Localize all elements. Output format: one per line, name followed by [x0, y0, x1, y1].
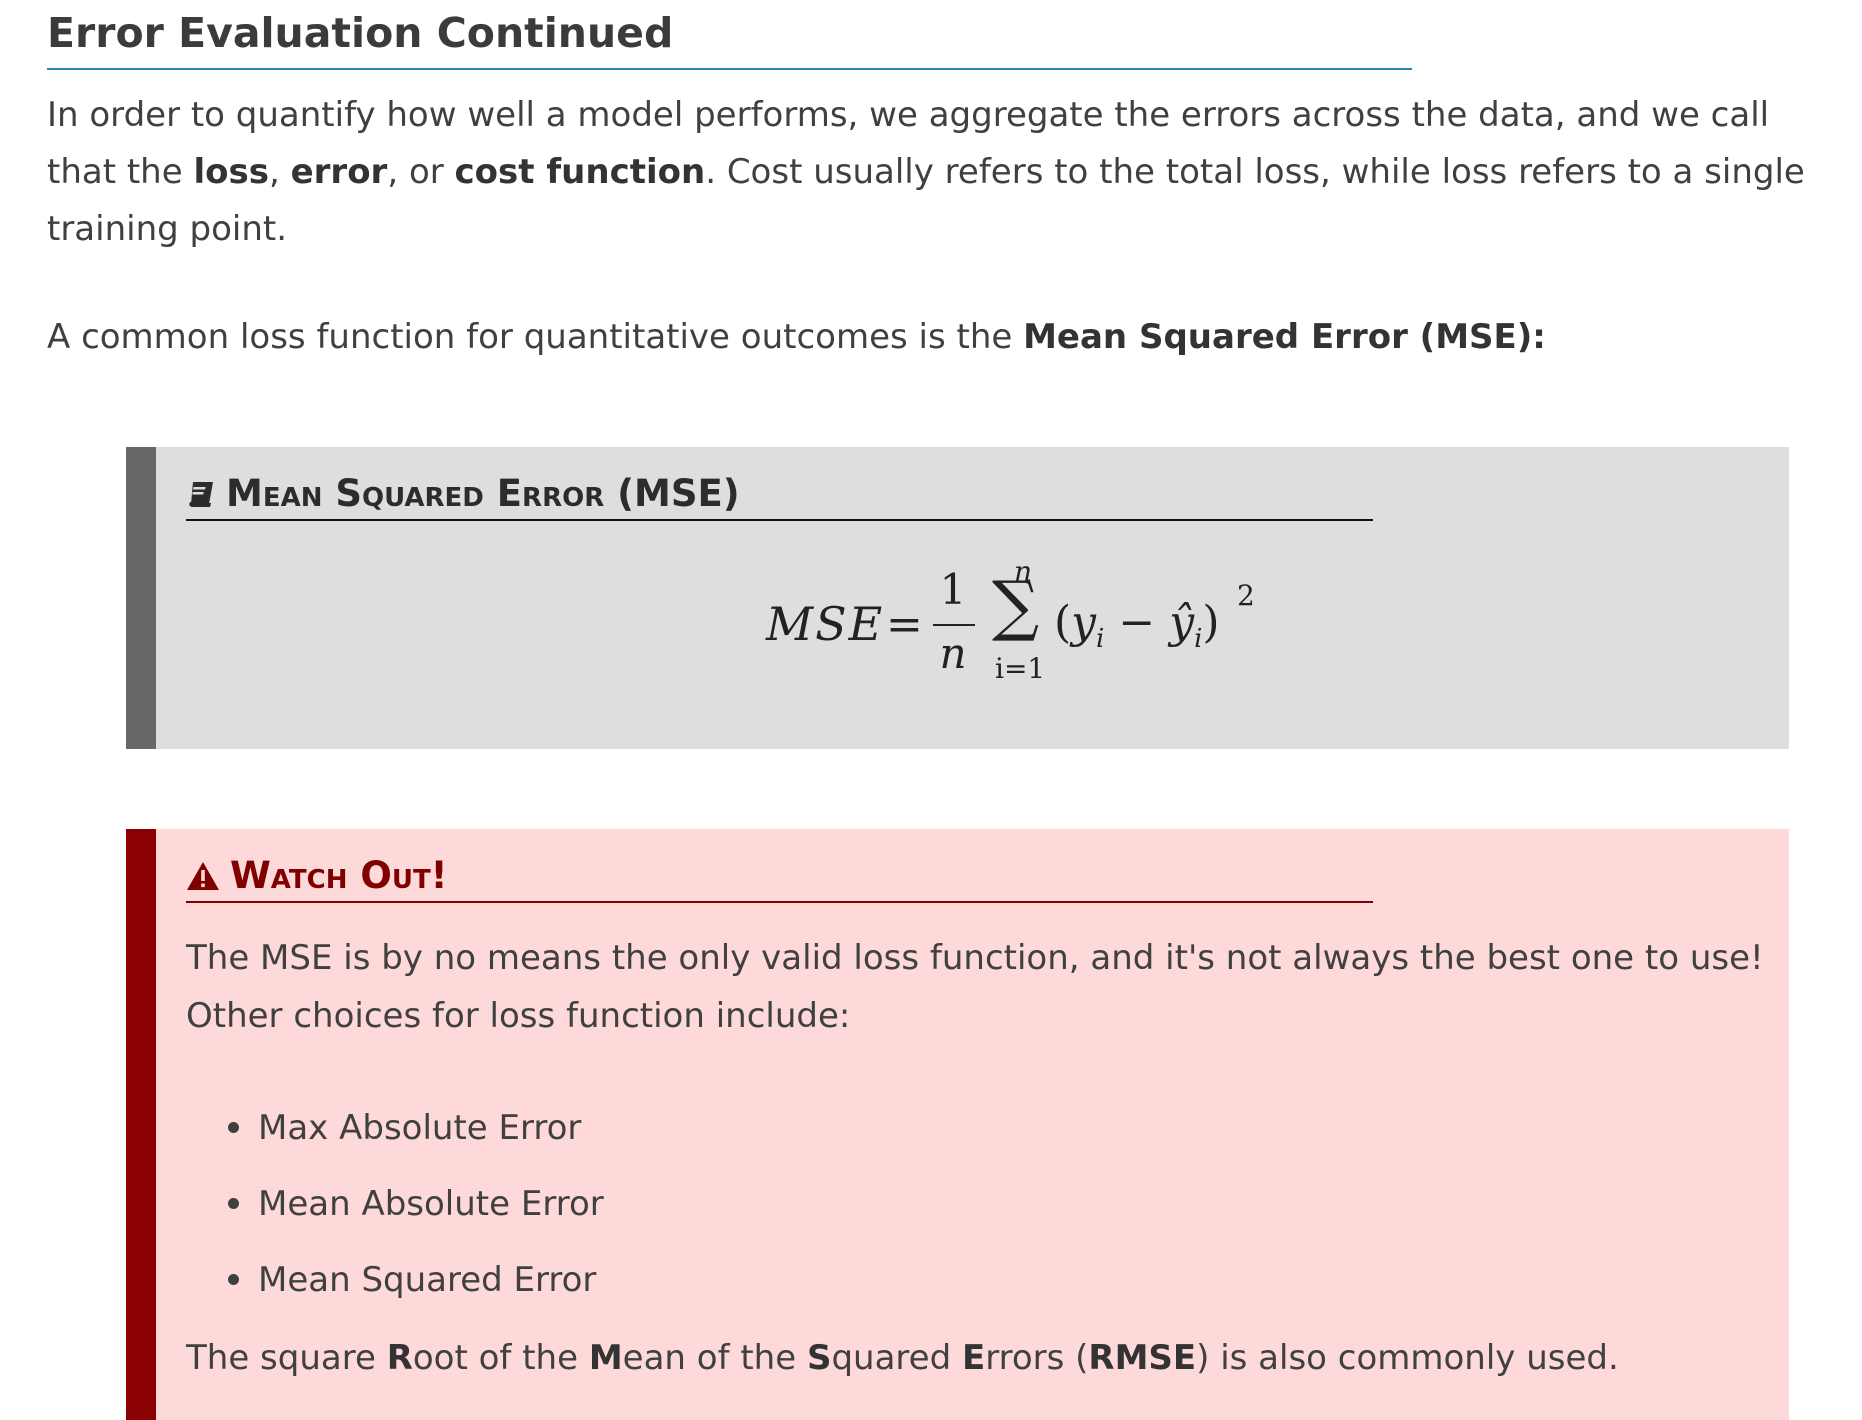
open-paren: (	[1054, 597, 1072, 648]
page-title: Error Evaluation Continued	[47, 9, 674, 57]
formula-exponent: 2	[1237, 579, 1255, 612]
rmse-letter: S	[806, 1338, 832, 1378]
callout-accent-bar	[126, 447, 156, 749]
rmse-text: oot of the	[412, 1338, 589, 1378]
mse-formula: MSE = 1 n n ∑ i=1 (yi − ŷi) 2	[766, 555, 1326, 697]
summation-symbol: ∑	[992, 567, 1040, 644]
minus-sign: −	[1104, 597, 1170, 648]
fraction-bar	[933, 624, 975, 626]
definition-title: Mean Squared Error (MSE)	[186, 469, 1373, 521]
definition-title-text: Mean Squared Error (MSE)	[226, 472, 740, 515]
rmse-letter: R	[386, 1338, 413, 1378]
warning-title-text: Watch Out!	[230, 854, 448, 897]
callout-accent-bar	[126, 829, 156, 1420]
y-var: y	[1071, 597, 1097, 648]
term-error: error	[290, 152, 388, 192]
list-item-label: Mean Squared Error	[258, 1260, 597, 1300]
formula-term: (yi − ŷi)	[1054, 597, 1220, 654]
bullet-icon	[228, 1274, 239, 1285]
intro-text: , or	[387, 152, 455, 192]
rmse-letter: E	[961, 1338, 986, 1378]
page: Error Evaluation Continued In order to q…	[0, 0, 1862, 1420]
term-loss: loss	[193, 152, 269, 192]
formula-numerator: 1	[939, 565, 967, 614]
rmse-text: quared	[831, 1338, 962, 1378]
warning-triangle-icon	[186, 861, 220, 891]
warning-body: The MSE is by no means the only valid lo…	[186, 938, 1764, 1036]
yhat-var: ŷ	[1169, 597, 1195, 648]
definition-callout: Mean Squared Error (MSE) MSE = 1 n n ∑ i…	[126, 447, 1789, 749]
list-item: Mean Squared Error	[186, 1251, 604, 1327]
list-item: Max Absolute Error	[186, 1099, 604, 1175]
close-paren: )	[1202, 597, 1220, 648]
intro-paragraph: In order to quantify how well a model pe…	[47, 87, 1847, 258]
list-item-label: Max Absolute Error	[258, 1108, 582, 1148]
rmse-text: ean of the	[622, 1338, 807, 1378]
formula-lhs: MSE	[766, 597, 885, 651]
mse-intro-text: A common loss function for quantitative …	[47, 317, 1024, 357]
rmse-acronym: RMSE	[1088, 1338, 1197, 1378]
bullet-icon	[228, 1198, 239, 1209]
rmse-note: The square Root of the Mean of the Squar…	[186, 1329, 1619, 1387]
rmse-letter: M	[588, 1338, 623, 1378]
section-heading: Error Evaluation Continued	[47, 6, 1412, 70]
term-mse: Mean Squared Error (MSE):	[1023, 317, 1546, 357]
mse-intro-paragraph: A common loss function for quantitative …	[47, 309, 1847, 366]
rmse-text: rrors (	[985, 1338, 1089, 1378]
list-item-label: Mean Absolute Error	[258, 1184, 604, 1224]
term-cost-function: cost function	[454, 152, 706, 192]
rmse-text: The square	[186, 1338, 387, 1378]
intro-text: ,	[268, 152, 291, 192]
warning-callout: Watch Out! The MSE is by no means the on…	[126, 829, 1789, 1420]
bullet-icon	[228, 1122, 239, 1133]
sum-lower-limit: i=1	[995, 652, 1046, 685]
warning-title: Watch Out!	[186, 851, 1373, 903]
formula-denominator: n	[939, 629, 967, 678]
loss-function-list: Max Absolute Error Mean Absolute Error M…	[186, 1099, 604, 1327]
formula-equals: =	[886, 599, 923, 650]
rmse-text: ) is also commonly used.	[1196, 1338, 1619, 1378]
list-item: Mean Absolute Error	[186, 1175, 604, 1251]
book-icon	[186, 479, 216, 509]
